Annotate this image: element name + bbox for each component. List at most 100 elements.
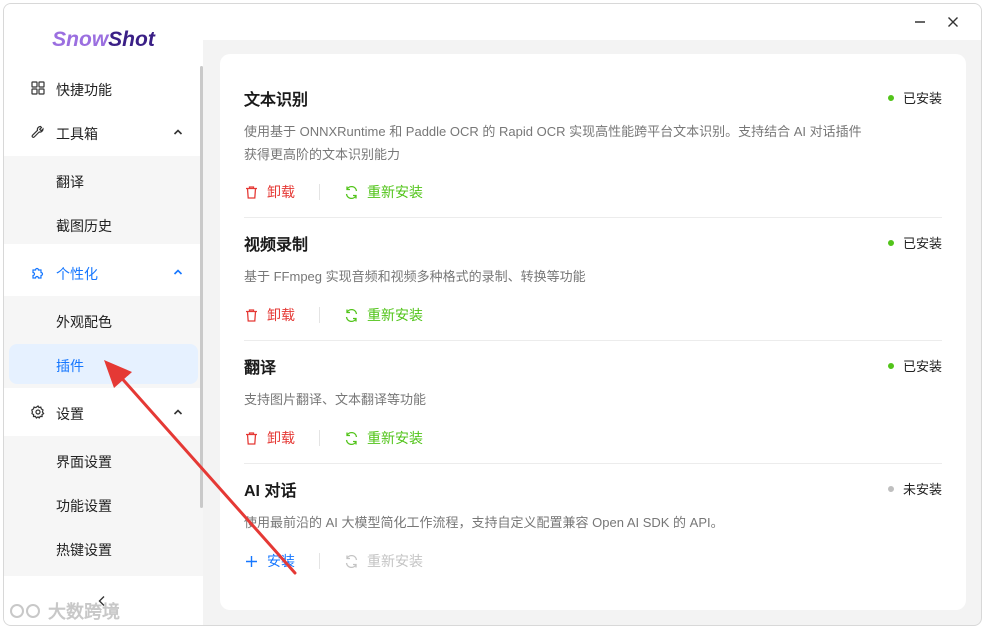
plugin-card-video-recording: 视频录制 已安装 基于 FFmpeg 实现音频和视频多种格式的录制、转换等功能 … [244, 231, 942, 331]
sidebar-item-appearance[interactable]: 外观配色 [9, 300, 198, 340]
chevron-up-icon [173, 409, 183, 415]
title-bar [203, 4, 981, 40]
plugin-description: 基于 FFmpeg 实现音频和视频多种格式的录制、转换等功能 [244, 269, 586, 284]
plugin-actions: 卸载 重新安装 [244, 305, 423, 325]
watermark-text: 大数跨境 [48, 602, 120, 622]
app-logo: SnowShot [4, 28, 203, 52]
plugin-card-translate: 翻译 已安装 支持图片翻译、文本翻译等功能 卸载 重新安装 [244, 354, 942, 454]
divider [244, 463, 942, 464]
status-badge: 未安装 [887, 479, 942, 498]
status-dot [887, 362, 894, 369]
sidebar-item-function-settings[interactable]: 功能设置 [9, 484, 198, 524]
sidebar-item-shortcuts[interactable]: 快捷功能 [9, 68, 198, 108]
minimize-icon[interactable] [912, 14, 928, 30]
close-icon[interactable] [945, 14, 961, 30]
app-window: SnowShot 快捷功能 工具箱 翻译 截图历史 个性化 外观配色 插件 设置… [3, 3, 982, 626]
sidebar-item-label: 插件 [56, 358, 84, 374]
sidebar-item-settings[interactable]: 设置 [9, 392, 198, 432]
chevron-up-icon [173, 269, 183, 275]
trash-icon [246, 431, 257, 445]
status-badge: 已安装 [887, 233, 942, 252]
uninstall-button[interactable]: 卸载 [244, 428, 295, 448]
status-dot [887, 239, 894, 246]
plugin-card-ai-chat: AI 对话 未安装 使用最前沿的 AI 大模型简化工作流程，支持自定义配置兼容 … [244, 477, 942, 577]
wrench-icon [31, 125, 44, 138]
gear-icon [31, 405, 45, 419]
plugin-actions: 安装 重新安装 [244, 551, 423, 571]
status-text: 已安装 [902, 359, 942, 374]
sidebar-item-label: 设置 [56, 406, 84, 422]
plugins-panel: 文本识别 已安装 使用基于 ONNXRuntime 和 Paddle OCR 的… [220, 54, 966, 610]
reinstall-button-disabled: 重新安装 [344, 551, 423, 571]
uninstall-button[interactable]: 卸载 [244, 182, 295, 202]
uninstall-label: 卸载 [267, 307, 295, 323]
reinstall-label: 重新安装 [367, 307, 423, 323]
logo-part1: Snow [52, 28, 109, 51]
action-divider [319, 307, 320, 323]
reinstall-label: 重新安装 [367, 430, 423, 446]
plugin-actions: 卸载 重新安装 [244, 182, 423, 202]
refresh-icon [345, 308, 358, 322]
sidebar-item-hotkey-settings[interactable]: 热键设置 [9, 528, 198, 568]
sidebar-item-label: 工具箱 [56, 126, 98, 142]
sidebar-item-ui-settings[interactable]: 界面设置 [9, 440, 198, 480]
sidebar-item-personalize[interactable]: 个性化 [9, 252, 198, 292]
sidebar-item-label: 热键设置 [56, 542, 112, 558]
status-text: 未安装 [902, 482, 942, 497]
reinstall-button[interactable]: 重新安装 [344, 182, 423, 202]
action-divider [319, 430, 320, 446]
status-dot [887, 485, 894, 492]
install-button[interactable]: 安装 [244, 551, 295, 571]
watermark-logo-icon [10, 604, 40, 618]
sidebar-item-toolbox[interactable]: 工具箱 [9, 112, 198, 152]
divider [244, 217, 942, 218]
sidebar-item-label: 功能设置 [56, 498, 112, 514]
uninstall-label: 卸载 [267, 430, 295, 446]
sidebar-item-label: 快捷功能 [56, 82, 112, 98]
plugin-title: AI 对话 [244, 483, 297, 500]
puzzle-icon [32, 267, 44, 279]
uninstall-label: 卸载 [267, 184, 295, 200]
reinstall-label: 重新安装 [367, 553, 423, 569]
install-label: 安装 [267, 553, 295, 569]
sidebar-item-plugins[interactable]: 插件 [9, 344, 198, 384]
status-dot [887, 94, 894, 101]
reinstall-button[interactable]: 重新安装 [344, 305, 423, 325]
action-divider [319, 184, 320, 200]
reinstall-button[interactable]: 重新安装 [344, 428, 423, 448]
uninstall-button[interactable]: 卸载 [244, 305, 295, 325]
trash-icon [246, 185, 257, 199]
sidebar-item-label: 外观配色 [56, 314, 112, 330]
sidebar-item-label: 个性化 [56, 266, 98, 282]
status-badge: 已安装 [887, 88, 942, 107]
logo-part2: Shot [108, 28, 155, 51]
refresh-icon [345, 185, 358, 199]
refresh-icon [345, 431, 358, 445]
sidebar-item-label: 截图历史 [56, 218, 112, 234]
sidebar-item-screenshot-history[interactable]: 截图历史 [9, 204, 198, 244]
sidebar-item-label: 翻译 [56, 174, 84, 190]
chevron-up-icon [173, 129, 183, 135]
plugin-description: 使用最前沿的 AI 大模型简化工作流程，支持自定义配置兼容 Open AI SD… [244, 515, 724, 530]
sidebar-item-translate[interactable]: 翻译 [9, 160, 198, 200]
status-text: 已安装 [902, 91, 942, 106]
action-divider [319, 553, 320, 569]
plugin-title: 视频录制 [244, 237, 309, 254]
refresh-icon [345, 554, 358, 568]
trash-icon [246, 308, 257, 322]
reinstall-label: 重新安装 [367, 184, 423, 200]
plugin-card-ocr: 文本识别 已安装 使用基于 ONNXRuntime 和 Paddle OCR 的… [244, 86, 942, 206]
status-badge: 已安装 [887, 356, 942, 375]
plugin-description: 使用基于 ONNXRuntime 和 Paddle OCR 的 Rapid OC… [244, 124, 862, 162]
watermark: 大数跨境 [8, 598, 120, 624]
plugin-actions: 卸载 重新安装 [244, 428, 423, 448]
sidebar-item-label: 界面设置 [56, 454, 112, 470]
plus-icon [246, 555, 257, 567]
sidebar-scrollbar[interactable] [200, 66, 203, 508]
plugin-title: 翻译 [244, 360, 277, 377]
divider [244, 340, 942, 341]
sidebar: SnowShot 快捷功能 工具箱 翻译 截图历史 个性化 外观配色 插件 设置… [4, 4, 203, 625]
status-text: 已安装 [902, 236, 942, 251]
plugin-description: 支持图片翻译、文本翻译等功能 [244, 392, 427, 407]
grid-icon [31, 81, 45, 95]
